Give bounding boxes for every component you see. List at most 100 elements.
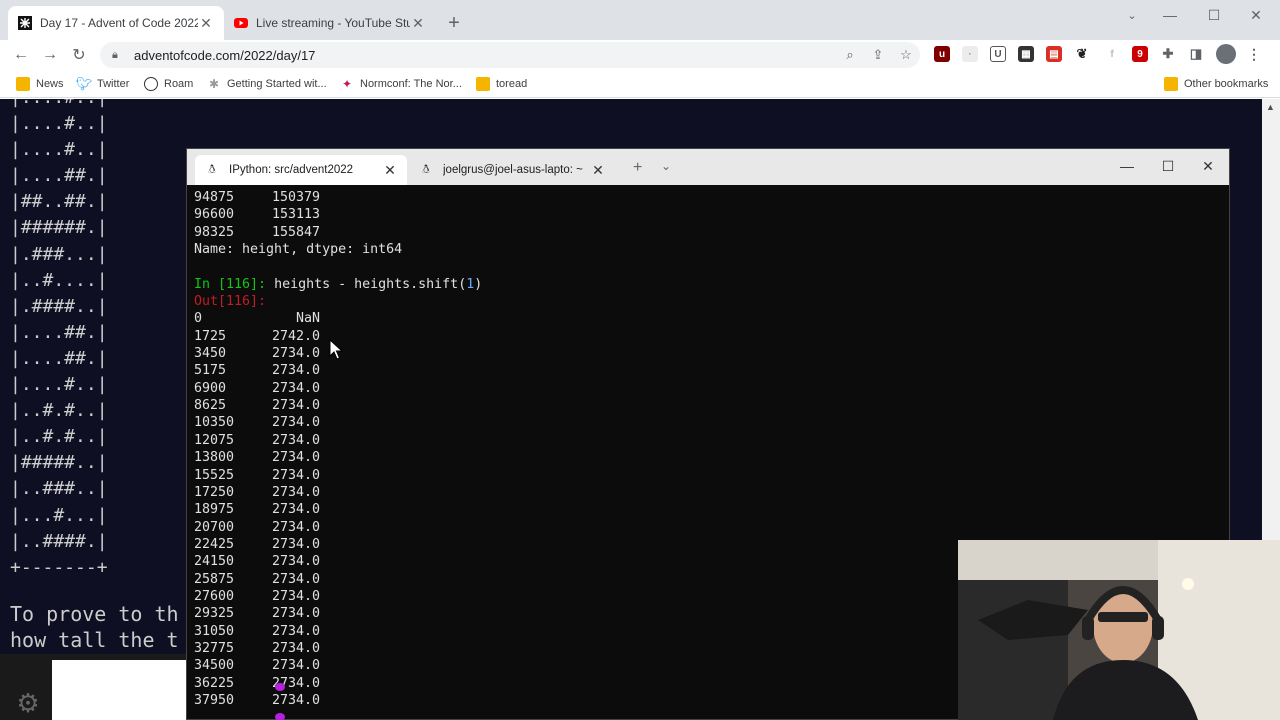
index-cell: 22425 [194,536,235,552]
value-cell: 2734.0 [271,606,320,622]
advent-of-code-favicon-icon [18,16,32,30]
ublock-extension-icon[interactable]: u [934,46,950,62]
red-extension-icon[interactable]: ▤ [1046,46,1062,62]
bookmark-label: Roam [164,78,194,90]
browser-toolbar: ← → ↻ 🔒︎ adventofcode.com/2022/day/17 ⌕ … [0,40,1280,70]
value-cell: 2734.0 [271,640,320,656]
address-bar[interactable]: 🔒︎ adventofcode.com/2022/day/17 [100,42,920,68]
bookmarks-bar: News 🐦︎ Twitter Roam ✱ Getting Started w… [0,70,1280,98]
value-cell: 2734.0 [271,363,320,379]
index-cell: 31050 [194,623,235,639]
result-row: 5175 2734.0 [194,362,1224,379]
value-cell: 2734.0 [271,398,320,414]
maximize-icon[interactable]: ☐ [1148,155,1188,177]
value-cell: 2742.0 [271,328,320,344]
close-tab-icon[interactable]: ✕ [198,15,214,31]
browser-tab-strip: Day 17 - Advent of Code 2022 ✕ Live stre… [0,0,1280,40]
terminal-tab-ipython[interactable]: 🐧︎ IPython: src/advent2022 ✕ [195,155,407,185]
close-window-icon[interactable]: ✕ [1188,155,1228,177]
bookmark-normconf[interactable]: ✦ Normconf: The Nor... [340,76,462,92]
minimize-icon[interactable]: — [1107,155,1147,177]
index-cell: 10350 [194,415,235,431]
side-panel-icon[interactable]: ◨ [1188,46,1204,62]
new-terminal-tab-icon[interactable]: + [633,159,642,177]
previous-output-row: 96600 153113 [194,206,1224,223]
extension-icon[interactable]: · [962,46,978,62]
linux-penguin-icon: 🐧︎ [208,162,216,176]
grid-extension-icon[interactable]: ▦ [1018,46,1034,62]
bookmark-twitter[interactable]: 🐦︎ Twitter [75,76,130,92]
bookmark-label: Normconf: The Nor... [360,78,462,90]
annotation-dot [275,683,285,691]
faded-extension-icon[interactable]: f [1104,46,1120,62]
index-cell: 34500 [194,658,235,674]
extensions-puzzle-icon[interactable]: ✚ [1160,46,1176,62]
close-tab-icon[interactable]: ✕ [410,15,426,31]
result-row: 20700 2734.0 [194,519,1224,536]
zoom-icon[interactable]: ⌕ [840,45,860,65]
bookmark-roam[interactable]: Roam [144,76,193,92]
series-footer: Name: height, dtype: int64 [194,242,403,258]
close-window-icon[interactable]: ✕ [1238,4,1274,26]
other-bookmarks[interactable]: Other bookmarks [1164,76,1268,92]
terminal-tab-title: IPython: src/advent2022 [229,164,354,176]
maximize-icon[interactable]: ☐ [1196,4,1232,26]
index-cell: 32775 [194,640,235,656]
tab-youtube-studio[interactable]: Live streaming - YouTube Studio ✕ [224,6,436,40]
close-tab-icon[interactable]: ✕ [383,162,397,179]
value-cell: 2734.0 [271,536,320,552]
youtube-favicon-icon [234,16,248,30]
previous-output-row: 98325 155847 [194,224,1224,241]
index-cell: 15525 [194,467,235,483]
value-cell: 2734.0 [271,467,320,483]
result-row: 15525 2734.0 [194,467,1224,484]
close-tab-icon[interactable]: ✕ [591,162,605,179]
puzzle-text: To prove to th how tall the t [10,602,179,652]
tab-search-chevron-icon[interactable]: ⌄ [1114,4,1150,26]
bookmark-toread[interactable]: toread [476,76,527,92]
new-tab-button[interactable]: + [443,12,465,34]
index-cell: 6900 [194,380,227,396]
index-cell: 36225 [194,675,235,691]
value-cell: 153113 [271,207,320,223]
input-line[interactable]: In [116]: heights - heights.shift(1) [194,276,1224,293]
terminal-tab-shell[interactable]: 🐧︎ joelgrus@joel-asus-lapto: ~ ✕ [409,155,615,185]
lastpass-extension-icon[interactable]: 9 [1132,46,1148,62]
twitter-bird-icon: 🐦︎ [75,76,93,91]
panel-white-area [52,660,186,720]
back-arrow-icon[interactable]: ← [9,43,33,67]
annotation-dot [275,713,285,720]
profile-avatar[interactable] [1216,44,1236,64]
index-cell: 1725 [194,328,227,344]
minimize-icon[interactable]: — [1152,4,1188,26]
bitwarden-extension-icon[interactable]: U [990,46,1006,62]
leaf-extension-icon[interactable]: ❦ [1074,46,1090,62]
webcam-person-image [958,540,1280,720]
menu-kebab-icon[interactable]: ⋮ [1246,46,1262,62]
value-cell: 2734.0 [271,588,320,604]
dropdown-chevron-icon[interactable]: ⌄ [661,159,671,173]
index-cell: 0 [194,311,203,327]
bookmark-getting-started[interactable]: ✱ Getting Started wit... [207,76,327,92]
bookmark-news[interactable]: News [16,76,64,92]
tab-advent-of-code[interactable]: Day 17 - Advent of Code 2022 ✕ [8,6,224,40]
index-cell: 20700 [194,519,235,535]
index-cell: 5175 [194,363,227,379]
share-icon[interactable]: ⇪ [868,45,888,65]
value-cell: 2734.0 [271,346,320,362]
scroll-up-arrow-icon[interactable]: ▲ [1266,102,1275,112]
value-cell: NaN [295,311,320,327]
value-cell: 2734.0 [271,502,320,518]
index-cell: 24150 [194,554,235,570]
bookmark-star-icon[interactable]: ☆ [896,45,916,65]
forward-arrow-icon[interactable]: → [38,43,62,67]
gear-icon[interactable]: ⚙ [10,685,46,720]
tab-title: Live streaming - YouTube Studio [256,16,410,30]
result-row: 12075 2734.0 [194,432,1224,449]
value-cell: 2734.0 [271,571,320,587]
linux-penguin-icon: 🐧︎ [422,162,430,176]
result-row: 1725 2742.0 [194,328,1224,345]
previous-output-row: 94875 150379 [194,189,1224,206]
value-cell: 2734.0 [271,415,320,431]
reload-icon[interactable]: ↻ [67,43,91,67]
